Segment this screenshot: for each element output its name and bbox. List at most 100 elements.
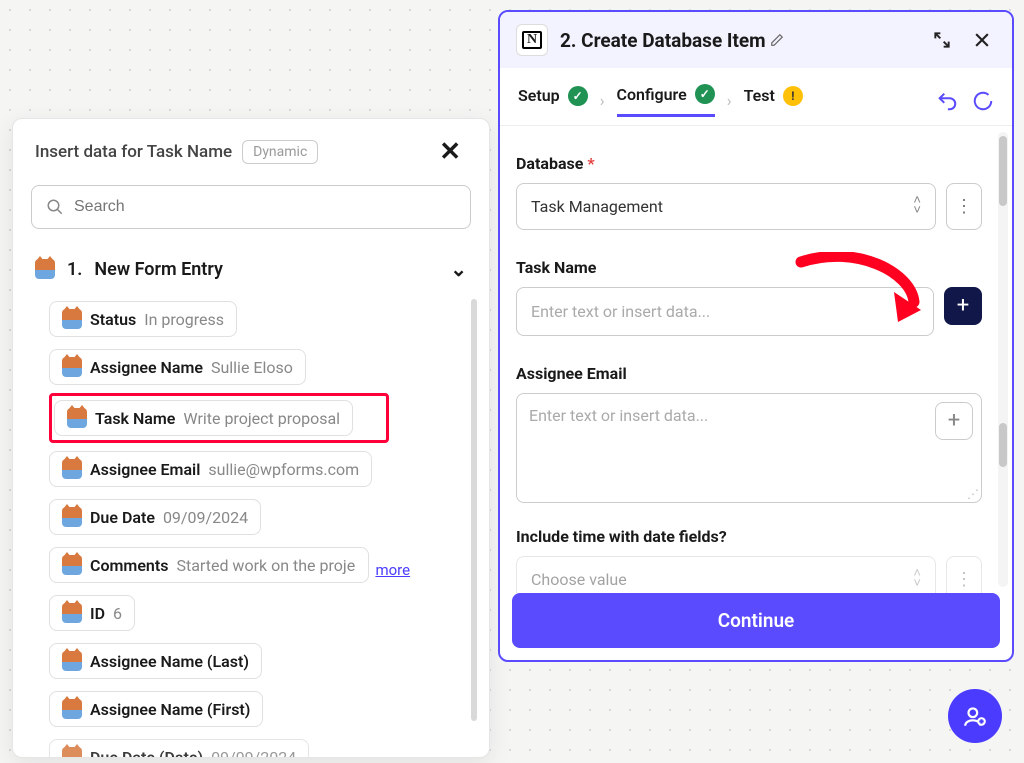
wpforms-icon — [62, 603, 82, 623]
search-input[interactable] — [74, 198, 456, 216]
field-value: Write project proposal — [183, 409, 340, 428]
chat-help-icon — [962, 703, 988, 729]
more-link[interactable]: more — [375, 561, 410, 579]
include-time-placeholder: Choose value — [531, 570, 627, 589]
refresh-icon[interactable] — [972, 90, 994, 112]
close-icon[interactable] — [968, 30, 996, 50]
scrollbar-track[interactable] — [998, 132, 1008, 587]
field-name: Assignee Email — [90, 460, 200, 479]
field-value: 6 — [113, 604, 122, 623]
config-form: Database * Task Management ˄˅ ⋮ Task Nam… — [500, 126, 1012, 593]
field-chip-task-name[interactable]: Task Name Write project proposal — [54, 400, 353, 436]
field-value: 09/09/2024 — [211, 748, 296, 758]
field-chip-due-date[interactable]: Due Date 09/09/2024 — [49, 499, 261, 535]
steps-bar: Setup ✓ › Configure ✓ › Test ! — [500, 68, 1012, 125]
scrollbar-thumb[interactable] — [999, 136, 1007, 206]
database-select[interactable]: Task Management ˄˅ — [516, 183, 936, 230]
wpforms-icon — [67, 408, 87, 428]
field-chip-assignee-first[interactable]: Assignee Name (First) — [49, 691, 263, 727]
group-index: 1. — [67, 259, 82, 280]
include-time-label: Include time with date fields? — [516, 527, 982, 546]
config-title: 2. Create Database Item — [560, 29, 916, 52]
close-icon[interactable]: ✕ — [433, 137, 467, 167]
field-chip-assignee-name[interactable]: Assignee Name Sullie Eloso — [49, 349, 306, 385]
step-label: Configure — [617, 85, 687, 104]
group-label: New Form Entry — [94, 259, 223, 280]
field-value: Sullie Eloso — [211, 358, 293, 377]
help-fab-button[interactable] — [948, 689, 1002, 743]
insert-panel-header: Insert data for Task Name Dynamic ✕ — [13, 119, 489, 179]
wpforms-icon — [35, 259, 55, 279]
database-value: Task Management — [531, 197, 663, 216]
notion-icon: N — [516, 24, 548, 56]
resize-handle-icon[interactable]: ⋰ — [967, 490, 977, 498]
wpforms-icon — [62, 309, 82, 329]
field-name: Task Name — [95, 409, 175, 428]
search-wrap — [31, 185, 471, 229]
assignee-email-placeholder: Enter text or insert data... — [529, 406, 708, 425]
config-step-title: Create Database Item — [581, 29, 765, 52]
warn-icon: ! — [783, 86, 803, 106]
field-value: In progress — [144, 310, 224, 329]
field-chip-comments[interactable]: CommentsStarted work on the project — [49, 547, 369, 583]
field-value: 09/09/2024 — [163, 508, 248, 527]
check-icon: ✓ — [568, 86, 588, 106]
check-icon: ✓ — [695, 84, 715, 104]
edit-pencil-icon[interactable] — [770, 33, 784, 51]
field-name: Due Date (Date) — [90, 748, 203, 758]
wpforms-icon — [62, 699, 82, 719]
dynamic-badge[interactable]: Dynamic — [242, 140, 318, 164]
task-name-input[interactable]: Enter text or insert data... — [516, 287, 934, 336]
scrollbar-thumb[interactable] — [999, 423, 1007, 467]
include-time-select[interactable]: Choose value ˄˅ — [516, 556, 936, 593]
highlighted-field: Task Name Write project proposal — [49, 393, 389, 443]
step-label: Setup — [518, 86, 560, 105]
step-configure[interactable]: Configure ✓ — [617, 84, 715, 117]
include-time-options-button[interactable]: ⋮ — [946, 556, 982, 593]
config-header: N 2. Create Database Item — [500, 12, 1012, 68]
step-label: Test — [744, 86, 775, 105]
insert-data-button-light[interactable]: + — [935, 402, 973, 440]
wpforms-icon — [62, 507, 82, 527]
wpforms-icon — [62, 357, 82, 377]
chevron-right-icon: › — [598, 91, 607, 110]
configure-step-panel: N 2. Create Database Item Setup ✓ › Conf… — [498, 10, 1014, 662]
database-options-button[interactable]: ⋮ — [946, 183, 982, 230]
task-name-label: Task Name — [516, 258, 982, 277]
config-step-number: 2. — [560, 29, 576, 52]
field-chip-status[interactable]: Status In progress — [49, 301, 237, 337]
undo-icon[interactable] — [936, 90, 958, 112]
chevron-down-icon: ⌄ — [450, 257, 467, 281]
fields-list: Status In progress Assignee Name Sullie El… — [13, 295, 489, 757]
field-name: Assignee Name — [90, 358, 203, 377]
field-chip-assignee-last[interactable]: Assignee Name (Last) — [49, 643, 262, 679]
field-value: Started work on the project — [176, 556, 356, 575]
field-name: Assignee Name (First) — [90, 700, 250, 719]
continue-button[interactable]: Continue — [512, 593, 1000, 648]
config-body: Database * Task Management ˄˅ ⋮ Task Nam… — [500, 125, 1012, 593]
field-chip-id[interactable]: ID6 — [49, 595, 135, 631]
wpforms-icon — [62, 555, 82, 575]
select-caret-icon: ˄˅ — [913, 569, 921, 590]
field-name: Status — [90, 310, 136, 329]
insert-data-button[interactable]: + — [944, 287, 982, 325]
field-group-header[interactable]: 1. New Form Entry ⌄ — [13, 247, 489, 295]
assignee-email-input[interactable]: Enter text or insert data... + ⋰ — [516, 393, 982, 503]
search-icon — [46, 198, 64, 216]
field-chip-assignee-email[interactable]: Assignee Email sullie@wpforms.com — [49, 451, 372, 487]
database-label: Database * — [516, 154, 982, 173]
field-name: Due Date — [90, 508, 155, 527]
field-value: sullie@wpforms.com — [208, 460, 359, 479]
expand-icon[interactable] — [928, 30, 956, 50]
wpforms-icon — [62, 459, 82, 479]
field-name: Assignee Name (Last) — [90, 652, 249, 671]
select-caret-icon: ˄˅ — [913, 196, 921, 217]
step-setup[interactable]: Setup ✓ — [518, 86, 588, 116]
wpforms-icon — [62, 651, 82, 671]
insert-data-panel: Insert data for Task Name Dynamic ✕ 1. N… — [12, 118, 490, 758]
wpforms-icon — [62, 747, 82, 757]
search-input-box[interactable] — [31, 185, 471, 229]
step-test[interactable]: Test ! — [744, 86, 803, 116]
field-chip-due-date-date[interactable]: Due Date (Date) 09/09/2024 — [49, 739, 309, 757]
assignee-email-label: Assignee Email — [516, 364, 982, 383]
